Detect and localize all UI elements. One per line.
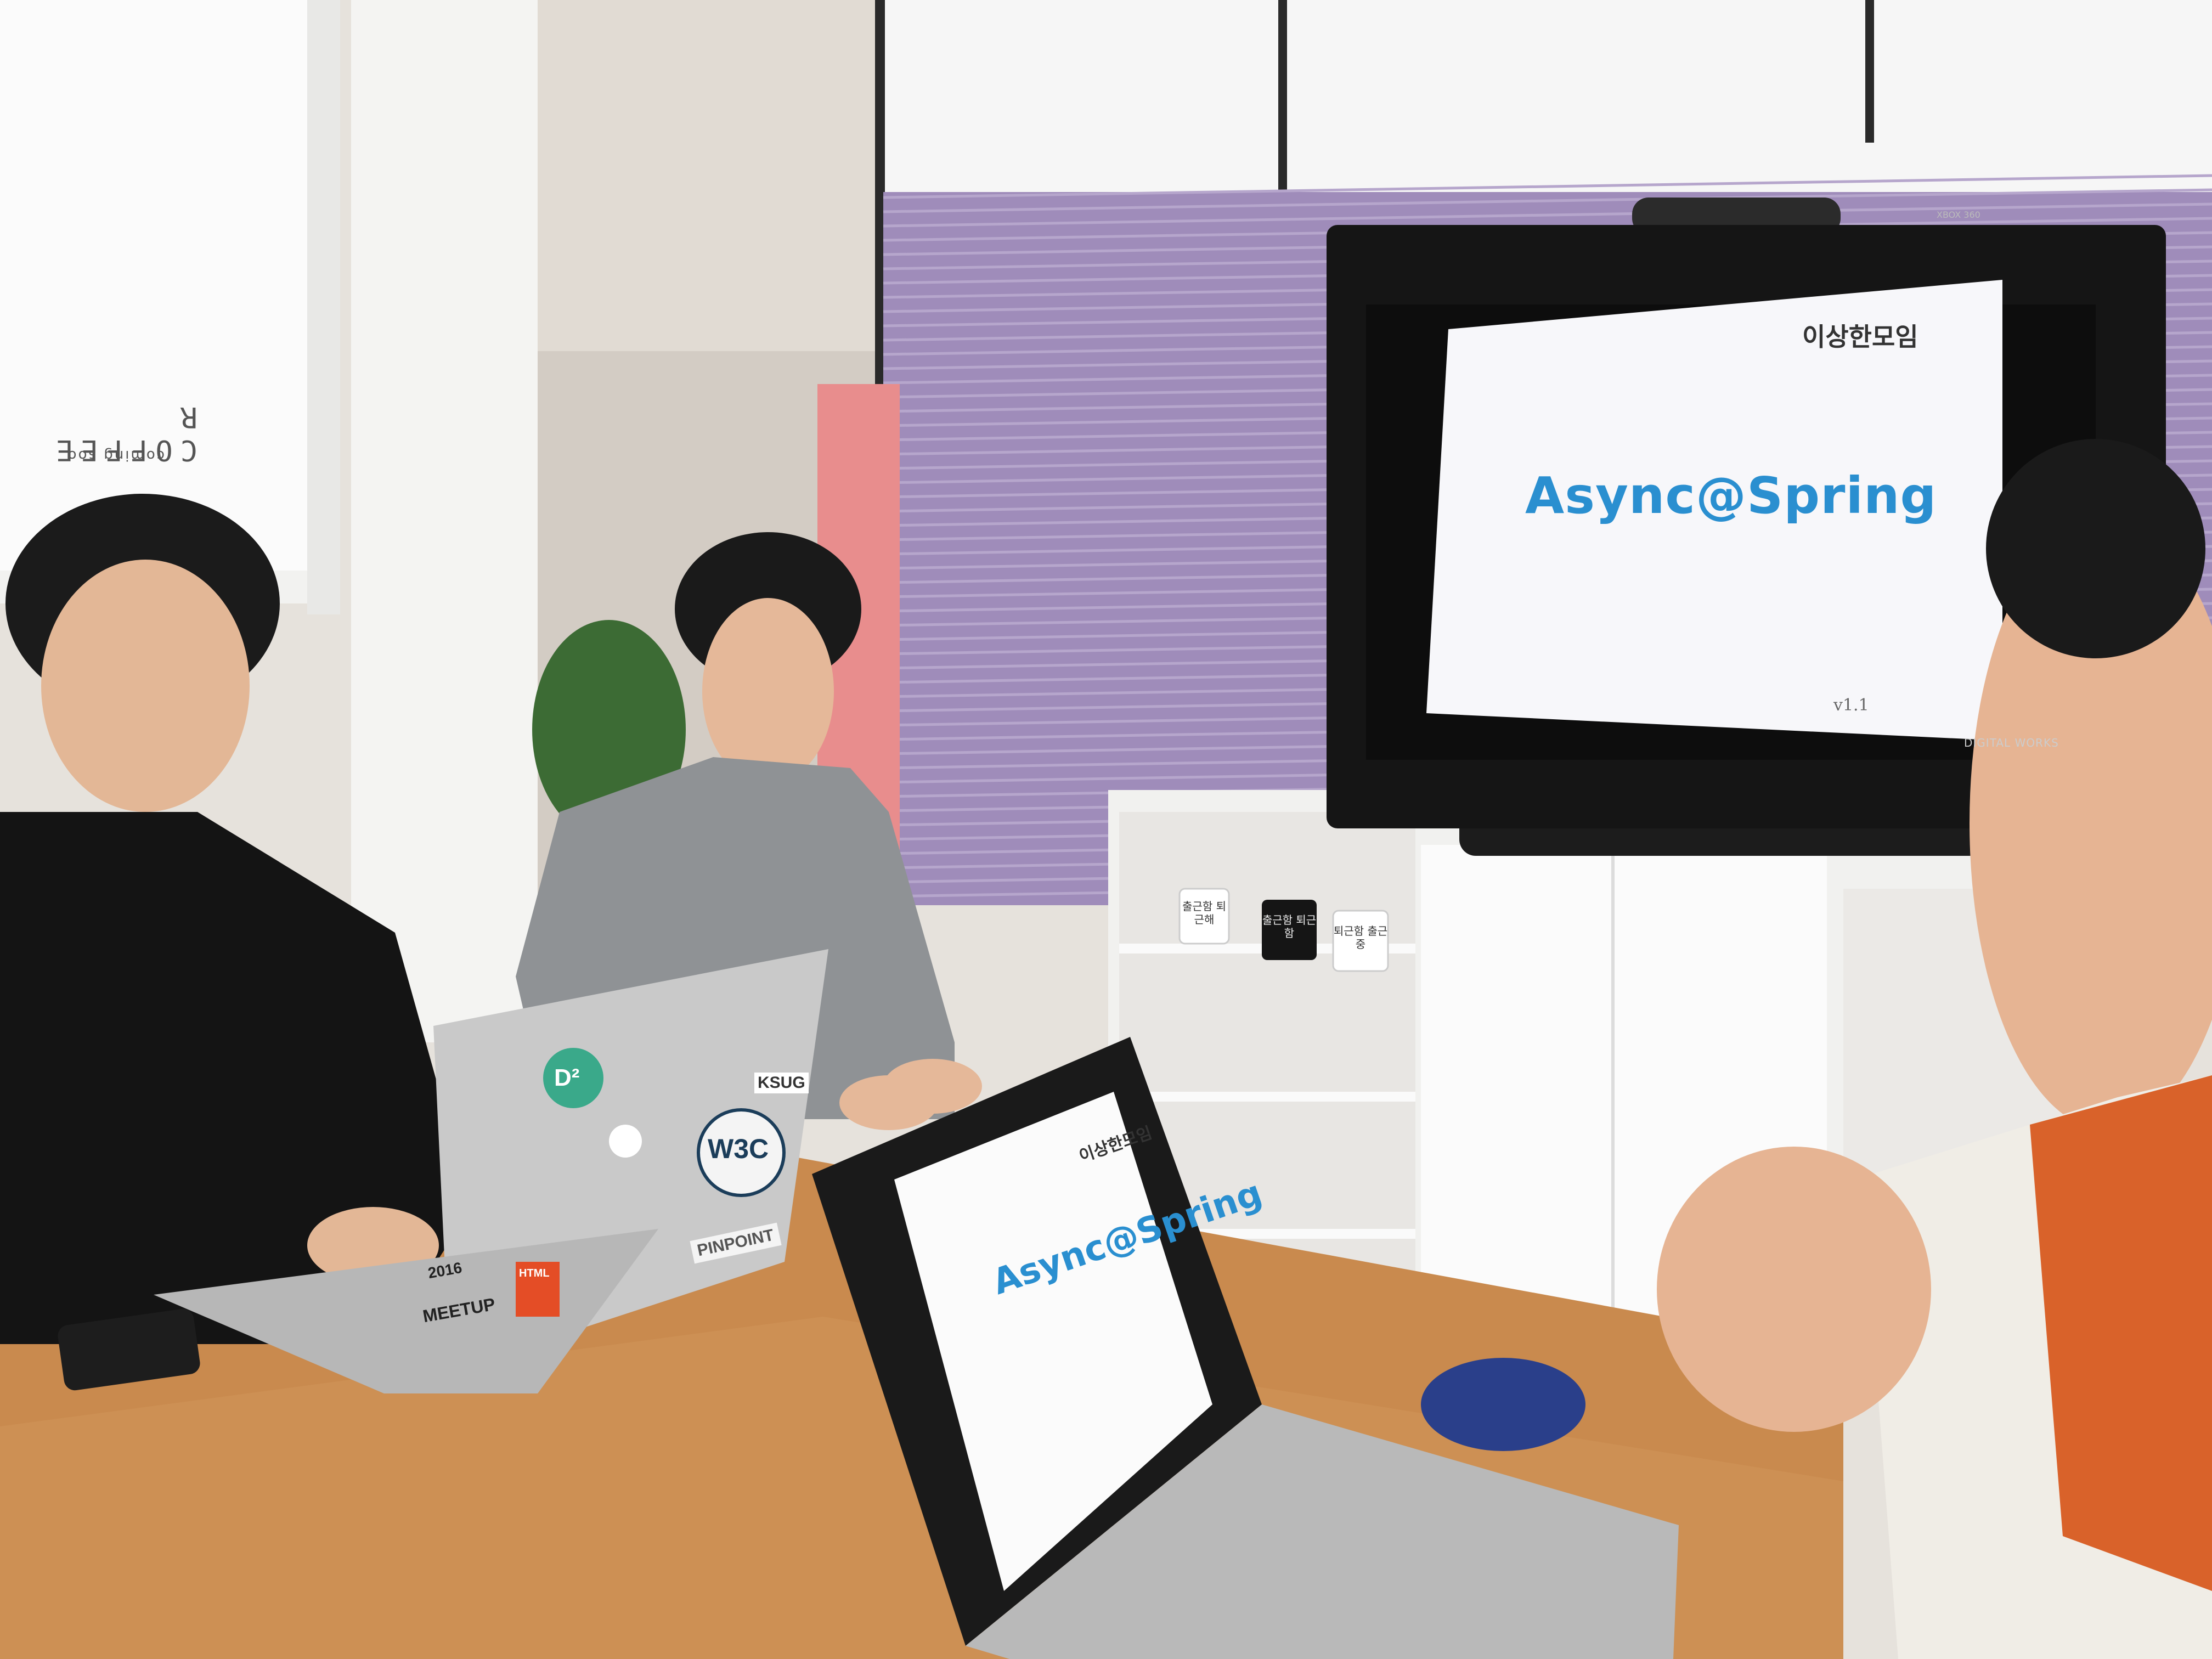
w3c-sticker-text: W3C [708,1133,769,1164]
tv-slide-version: v1.1 [1833,696,1869,715]
tv-slide-title: Async@Spring [1525,466,1937,525]
html5-sticker-text: HTML [519,1267,550,1279]
scene-background [0,0,2212,1659]
ksug-sticker: KSUG [754,1073,809,1093]
cafe-sign-subtitle: coming soo [66,447,165,464]
apple-logo-icon [609,1125,642,1158]
tv-maker-label: DIGITAL WORKS [1964,736,2059,749]
d2-sticker-text: D² [554,1064,580,1091]
tv-slide-brand-logo: 이상한모임 [1802,322,1918,352]
sensor-label: XBOX 360 [1937,210,1980,220]
mug-white-left: 출근함 퇴근해 [1182,900,1226,926]
mug-black: 출근함 퇴근함 [1262,913,1317,940]
mug-white-right: 퇴근함 출근중 [1333,924,1388,951]
